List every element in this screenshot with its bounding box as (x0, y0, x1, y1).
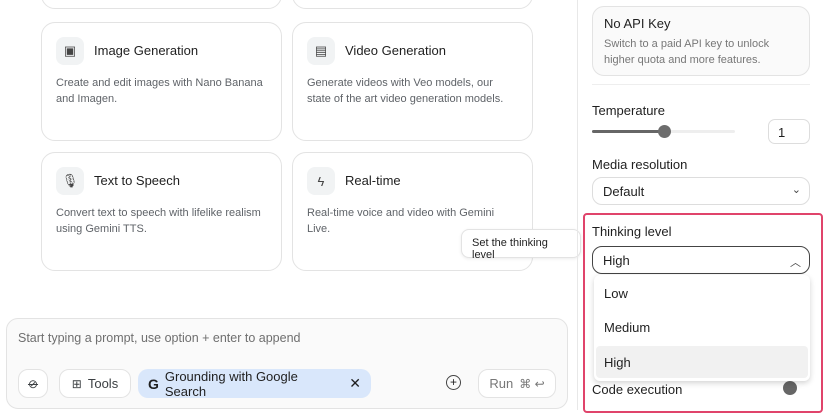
tools-button[interactable]: ⊞ Tools (59, 369, 131, 398)
media-resolution-value: Default (603, 184, 644, 199)
card-desc: Create and edit images with Nano Banana … (56, 75, 267, 107)
prompt-box[interactable]: Start typing a prompt, use option + ente… (6, 318, 568, 409)
media-resolution-select[interactable]: Default ⌄ (592, 177, 810, 205)
close-icon[interactable]: ✕ (349, 375, 361, 392)
card-title: Image Generation (94, 43, 198, 58)
card-title: Text to Speech (94, 173, 180, 188)
video-generation-card[interactable]: ▤ Video Generation Generate videos with … (292, 22, 533, 141)
text-to-speech-card[interactable]: 🎙︎ Text to Speech Convert text to speech… (41, 152, 282, 271)
temperature-label: Temperature (592, 103, 665, 118)
highlight-box (583, 213, 823, 413)
slider-thumb[interactable] (658, 125, 671, 138)
prompt-input[interactable]: Start typing a prompt, use option + ente… (18, 331, 300, 345)
section-divider (592, 84, 810, 85)
grounding-chip[interactable]: G Grounding with Google Search ✕ (138, 369, 371, 398)
video-icon: ▤ (307, 37, 335, 65)
card-title: Real-time (345, 173, 401, 188)
chip-label: Grounding with Google Search (165, 369, 337, 399)
card-desc: Generate videos with Veo models, our sta… (307, 75, 518, 107)
media-resolution-label: Media resolution (592, 157, 687, 172)
api-key-title: No API Key (604, 16, 798, 31)
card-desc: Convert text to speech with lifelike rea… (56, 205, 267, 237)
thinking-level-tooltip: Set the thinking level (461, 229, 581, 258)
run-shortcut: ⌘ ↩ (519, 377, 544, 391)
google-logo-icon: G (148, 376, 159, 392)
temperature-input[interactable]: 1 (768, 119, 810, 144)
tools-label: Tools (88, 376, 118, 391)
eye-off-icon: ⊘ (28, 377, 38, 391)
slider-fill (592, 130, 664, 133)
image-generation-card[interactable]: ▣ Image Generation Create and edit image… (41, 22, 282, 141)
api-key-notice: No API Key Switch to a paid API key to u… (592, 6, 810, 76)
card-title: Video Generation (345, 43, 446, 58)
card-partial[interactable] (292, 0, 533, 9)
microphone-icon: 🎙︎ (56, 167, 84, 195)
add-icon[interactable]: + (446, 375, 461, 390)
bolt-icon: ϟ (307, 167, 335, 195)
grid-icon: ⊞ (72, 377, 82, 391)
card-partial[interactable] (41, 0, 282, 9)
api-key-desc: Switch to a paid API key to unlock highe… (604, 36, 798, 68)
thinking-toggle-button[interactable]: ⊘ (18, 369, 48, 398)
run-button[interactable]: Run ⌘ ↩ (478, 369, 556, 398)
run-label: Run (489, 376, 513, 391)
image-icon: ▣ (56, 37, 84, 65)
temperature-slider[interactable] (592, 130, 735, 133)
chevron-down-icon: ⌄ (792, 183, 801, 196)
panel-divider (577, 0, 578, 410)
